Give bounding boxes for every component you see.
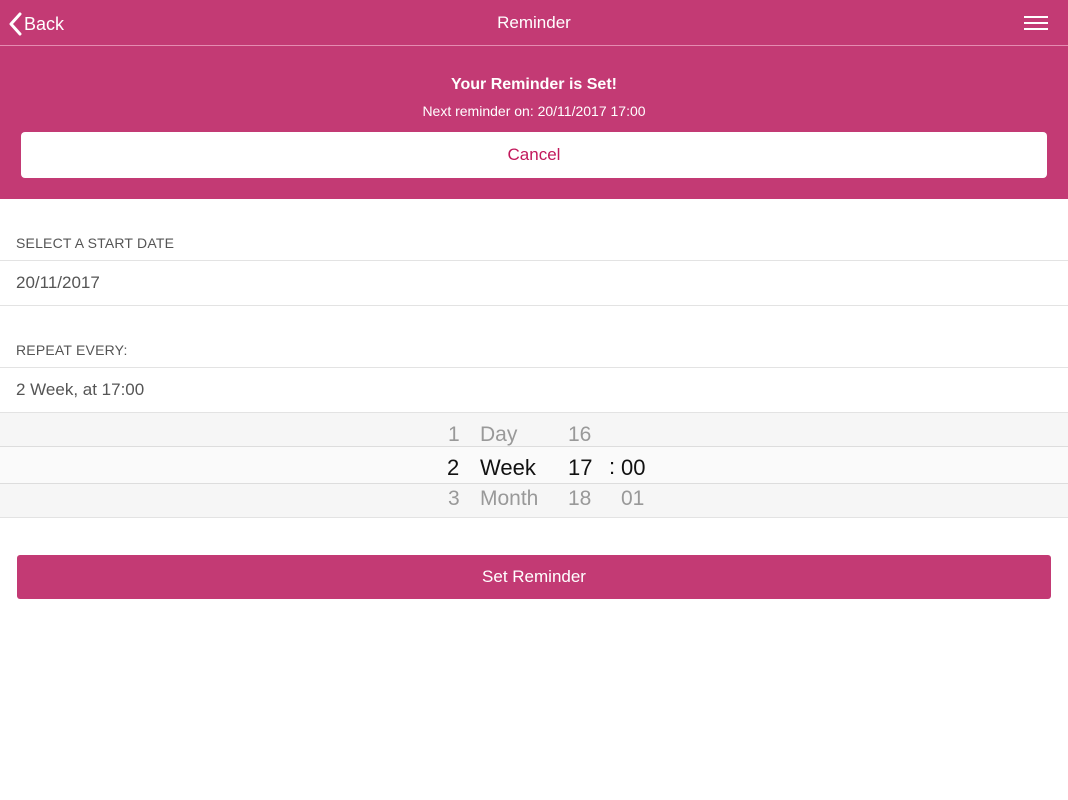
repeat-label: REPEAT EVERY:: [16, 342, 128, 358]
picker-time-separator: :: [609, 454, 616, 479]
next-reminder-text: Next reminder on: 20/11/2017 17:00: [422, 103, 646, 119]
picker-number-selected[interactable]: 2: [447, 455, 459, 481]
picker-unit-option[interactable]: Month: [480, 487, 538, 511]
picker-unit-option[interactable]: Day: [480, 423, 517, 447]
repeat-field[interactable]: 2 Week, at 17:00: [0, 367, 1068, 413]
set-reminder-button[interactable]: Set Reminder: [17, 555, 1051, 599]
hamburger-menu-icon[interactable]: [1024, 16, 1048, 32]
picker-minute-selected[interactable]: 00: [621, 455, 645, 481]
picker-unit-selected[interactable]: Week: [480, 455, 536, 481]
cancel-button[interactable]: Cancel: [21, 132, 1047, 178]
picker-hour-option[interactable]: 16: [568, 423, 591, 447]
start-date-label: SELECT A START DATE: [16, 235, 175, 251]
picker-hour-selected[interactable]: 17: [568, 455, 592, 481]
start-date-field[interactable]: 20/11/2017: [0, 260, 1068, 306]
page-title: Reminder: [497, 13, 571, 32]
nav-bar: Back Reminder: [0, 0, 1068, 46]
banner-title: Your Reminder is Set!: [451, 76, 617, 93]
repeat-picker[interactable]: 1 2 3 Day Week Month 16 17 18 : 00 01: [0, 413, 1068, 518]
picker-minute-option[interactable]: 01: [621, 487, 644, 511]
reminder-set-banner: Your Reminder is Set! Next reminder on: …: [0, 46, 1068, 199]
picker-number-option[interactable]: 3: [448, 487, 460, 511]
picker-hour-option[interactable]: 18: [568, 487, 591, 511]
picker-number-option[interactable]: 1: [448, 423, 460, 447]
